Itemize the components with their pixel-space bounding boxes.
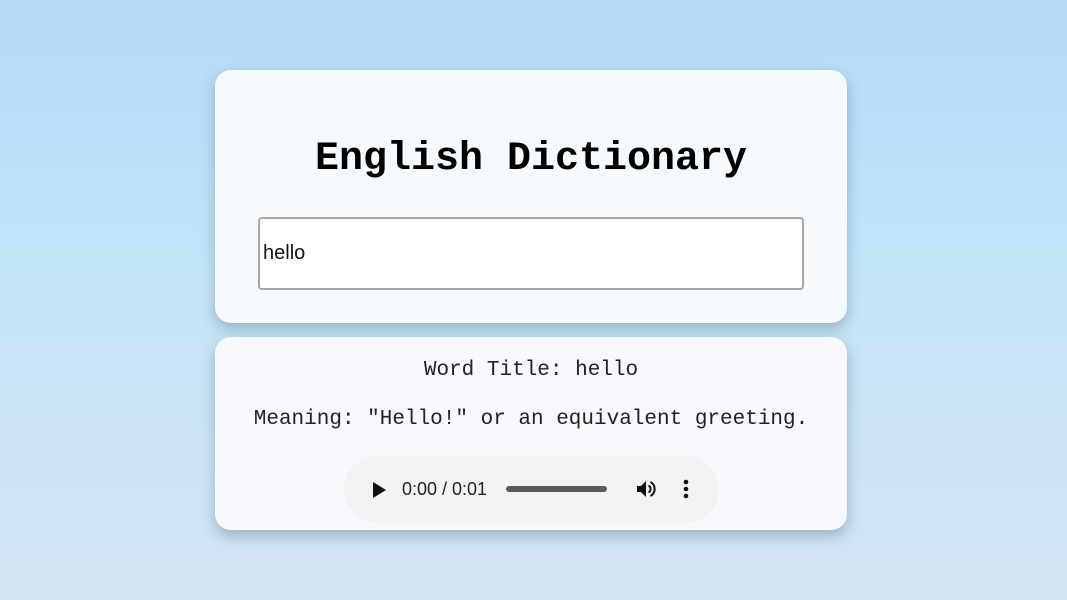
volume-icon[interactable]	[634, 477, 658, 501]
play-icon[interactable]	[367, 479, 389, 501]
word-meaning: Meaning: "Hello!" or an equivalent greet…	[253, 408, 809, 431]
audio-player[interactable]: 0:00 / 0:01	[344, 456, 719, 523]
search-card: English Dictionary	[215, 70, 847, 323]
audio-progress-bar[interactable]	[506, 486, 607, 492]
result-card: Word Title: hello Meaning: "Hello!" or a…	[215, 337, 847, 530]
word-search-field[interactable]	[258, 217, 804, 290]
more-vert-icon[interactable]	[678, 477, 694, 501]
word-title: Word Title: hello	[423, 359, 639, 382]
word-search-input[interactable]	[260, 219, 802, 288]
page-title: English Dictionary	[314, 137, 748, 182]
audio-time: 0:00 / 0:01	[402, 479, 488, 499]
